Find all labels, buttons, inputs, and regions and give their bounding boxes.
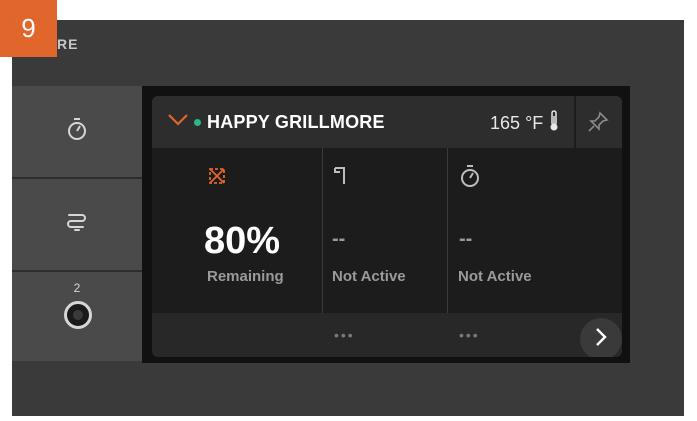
grill-temperature: 165 °F	[490, 113, 544, 133]
probe-icon[interactable]	[64, 301, 92, 329]
probe-more-button[interactable]: •••	[334, 327, 355, 343]
timer-more-button[interactable]: •••	[459, 327, 480, 343]
grill-card[interactable]: HAPPY GRILLMORE 165 °F 80% Remaining -- …	[152, 96, 622, 357]
probe-hook-icon	[332, 164, 352, 191]
grill-card-header[interactable]: HAPPY GRILLMORE 165 °F	[152, 96, 622, 148]
pin-icon[interactable]	[586, 110, 610, 139]
chevron-right-icon	[594, 326, 608, 353]
grill-card-footer: ••• •••	[152, 313, 622, 357]
sidebar-divider	[12, 270, 142, 272]
next-button[interactable]	[580, 318, 622, 357]
sidebar-timer-button[interactable]	[12, 86, 142, 176]
timer-status-label: Not Active	[458, 268, 532, 285]
pellet-hopper-icon	[207, 166, 227, 191]
header-divider	[574, 96, 576, 148]
probe-status-label: Not Active	[332, 268, 406, 285]
timer-value: --	[459, 228, 473, 250]
timer-icon	[66, 117, 88, 146]
chevron-down-icon[interactable]	[167, 113, 189, 132]
status-dot	[194, 119, 201, 126]
probe-count: 2	[73, 281, 81, 295]
pellet-level-value: 80%	[204, 220, 281, 262]
grill-name: HAPPY GRILLMORE	[207, 112, 385, 132]
probe-value: --	[332, 228, 346, 250]
timer-icon	[459, 164, 481, 193]
smoke-icon	[65, 210, 89, 239]
thermometer-icon	[548, 110, 560, 137]
step-badge: 9	[0, 0, 57, 57]
brand-logo-fragment: RE	[57, 36, 79, 52]
pellet-level-label: Remaining	[207, 268, 284, 285]
sidebar-smoke-button[interactable]	[12, 179, 142, 269]
sidebar: 2	[12, 86, 142, 361]
